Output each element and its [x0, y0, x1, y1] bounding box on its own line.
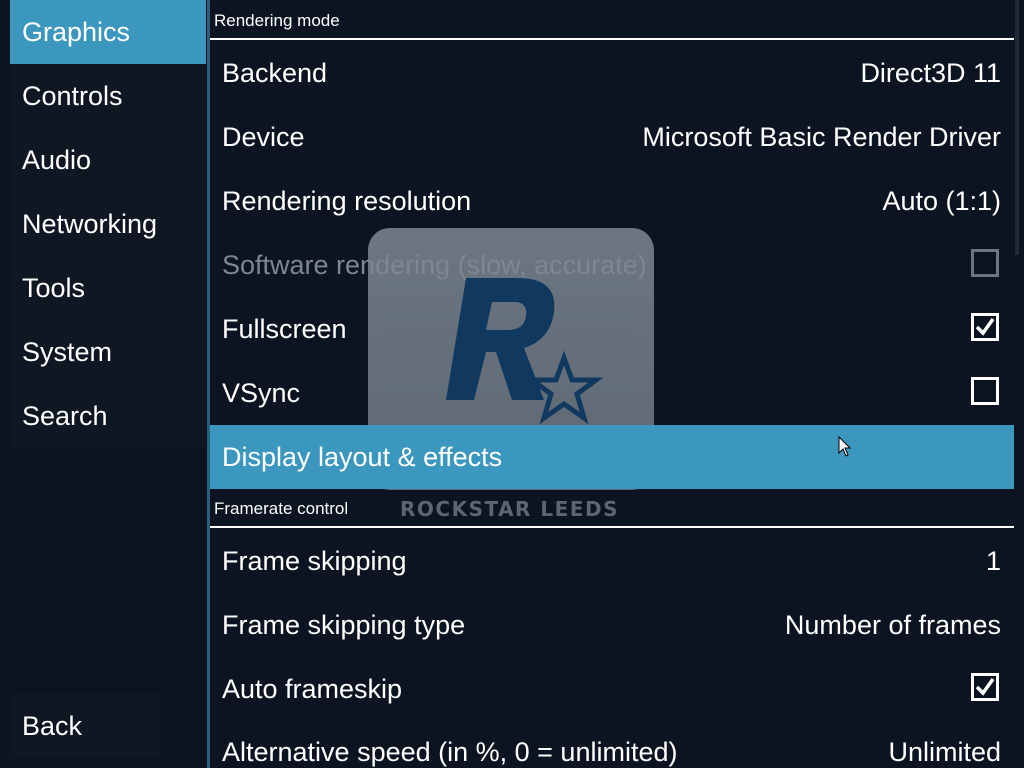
setting-value: Number of frames	[784, 610, 1001, 640]
fullscreen-checkbox[interactable]	[971, 313, 999, 341]
sidebar-item-controls[interactable]: Controls	[10, 64, 206, 128]
sidebar-item-search[interactable]: Search	[10, 384, 206, 448]
sidebar-item-networking[interactable]: Networking	[10, 192, 206, 256]
setting-label: Device	[222, 122, 305, 152]
scrollbar-thumb[interactable]	[1015, 0, 1019, 255]
setting-label: Backend	[222, 58, 328, 88]
setting-label: Alternative speed (in %, 0 = unlimited)	[222, 737, 678, 767]
setting-label: VSync	[222, 378, 301, 408]
setting-frame-skipping[interactable]: Frame skipping 1	[210, 529, 1014, 593]
setting-alternative-speed[interactable]: Alternative speed (in %, 0 = unlimited) …	[210, 720, 1014, 768]
setting-label: Frame skipping	[222, 546, 407, 576]
section-header-framerate: Framerate control	[210, 490, 1014, 528]
settings-screen: ROCKSTAR LEEDS Graphics Controls Audio N…	[0, 0, 1024, 768]
settings-panel: Rendering mode Backend Direct3D 11 Devic…	[210, 0, 1014, 768]
setting-frame-skipping-type[interactable]: Frame skipping type Number of frames	[210, 593, 1014, 657]
setting-vsync[interactable]: VSync	[210, 361, 1014, 425]
auto-frameskip-checkbox[interactable]	[971, 673, 999, 701]
setting-display-layout-effects[interactable]: Display layout & effects	[210, 425, 1014, 489]
sidebar-item-tools[interactable]: Tools	[10, 256, 206, 320]
sidebar-item-audio[interactable]: Audio	[10, 128, 206, 192]
setting-auto-frameskip[interactable]: Auto frameskip	[210, 657, 1014, 721]
setting-backend[interactable]: Backend Direct3D 11	[210, 41, 1014, 105]
section-header-rendering: Rendering mode	[210, 2, 1014, 40]
mouse-cursor-icon	[838, 435, 852, 463]
checkmark-icon	[975, 317, 995, 336]
sidebar: Graphics Controls Audio Networking Tools…	[0, 0, 208, 768]
setting-label: Rendering resolution	[222, 186, 472, 216]
setting-label: Display layout & effects	[222, 442, 503, 472]
setting-label: Auto frameskip	[222, 674, 403, 704]
setting-value: Direct3D 11	[860, 58, 1001, 88]
scrollbar[interactable]	[1014, 0, 1024, 768]
sidebar-item-graphics[interactable]: Graphics	[10, 0, 206, 64]
vsync-checkbox[interactable]	[971, 377, 999, 405]
setting-value: Auto (1:1)	[882, 186, 1001, 216]
setting-value: 1	[985, 546, 1001, 576]
setting-device[interactable]: Device Microsoft Basic Render Driver	[210, 105, 1014, 169]
software-rendering-checkbox[interactable]	[971, 249, 999, 277]
sidebar-item-system[interactable]: System	[10, 320, 206, 384]
checkmark-icon	[975, 677, 995, 696]
setting-value: Unlimited	[888, 737, 1001, 767]
setting-software-rendering[interactable]: Software rendering (slow, accurate)	[210, 233, 1014, 297]
back-button[interactable]: Back	[10, 694, 160, 758]
setting-rendering-resolution[interactable]: Rendering resolution Auto (1:1)	[210, 169, 1014, 233]
setting-value: Microsoft Basic Render Driver	[642, 122, 1001, 152]
setting-label: Software rendering (slow, accurate)	[222, 250, 647, 280]
setting-label: Fullscreen	[222, 314, 347, 344]
setting-fullscreen[interactable]: Fullscreen	[210, 297, 1014, 361]
setting-label: Frame skipping type	[222, 610, 466, 640]
